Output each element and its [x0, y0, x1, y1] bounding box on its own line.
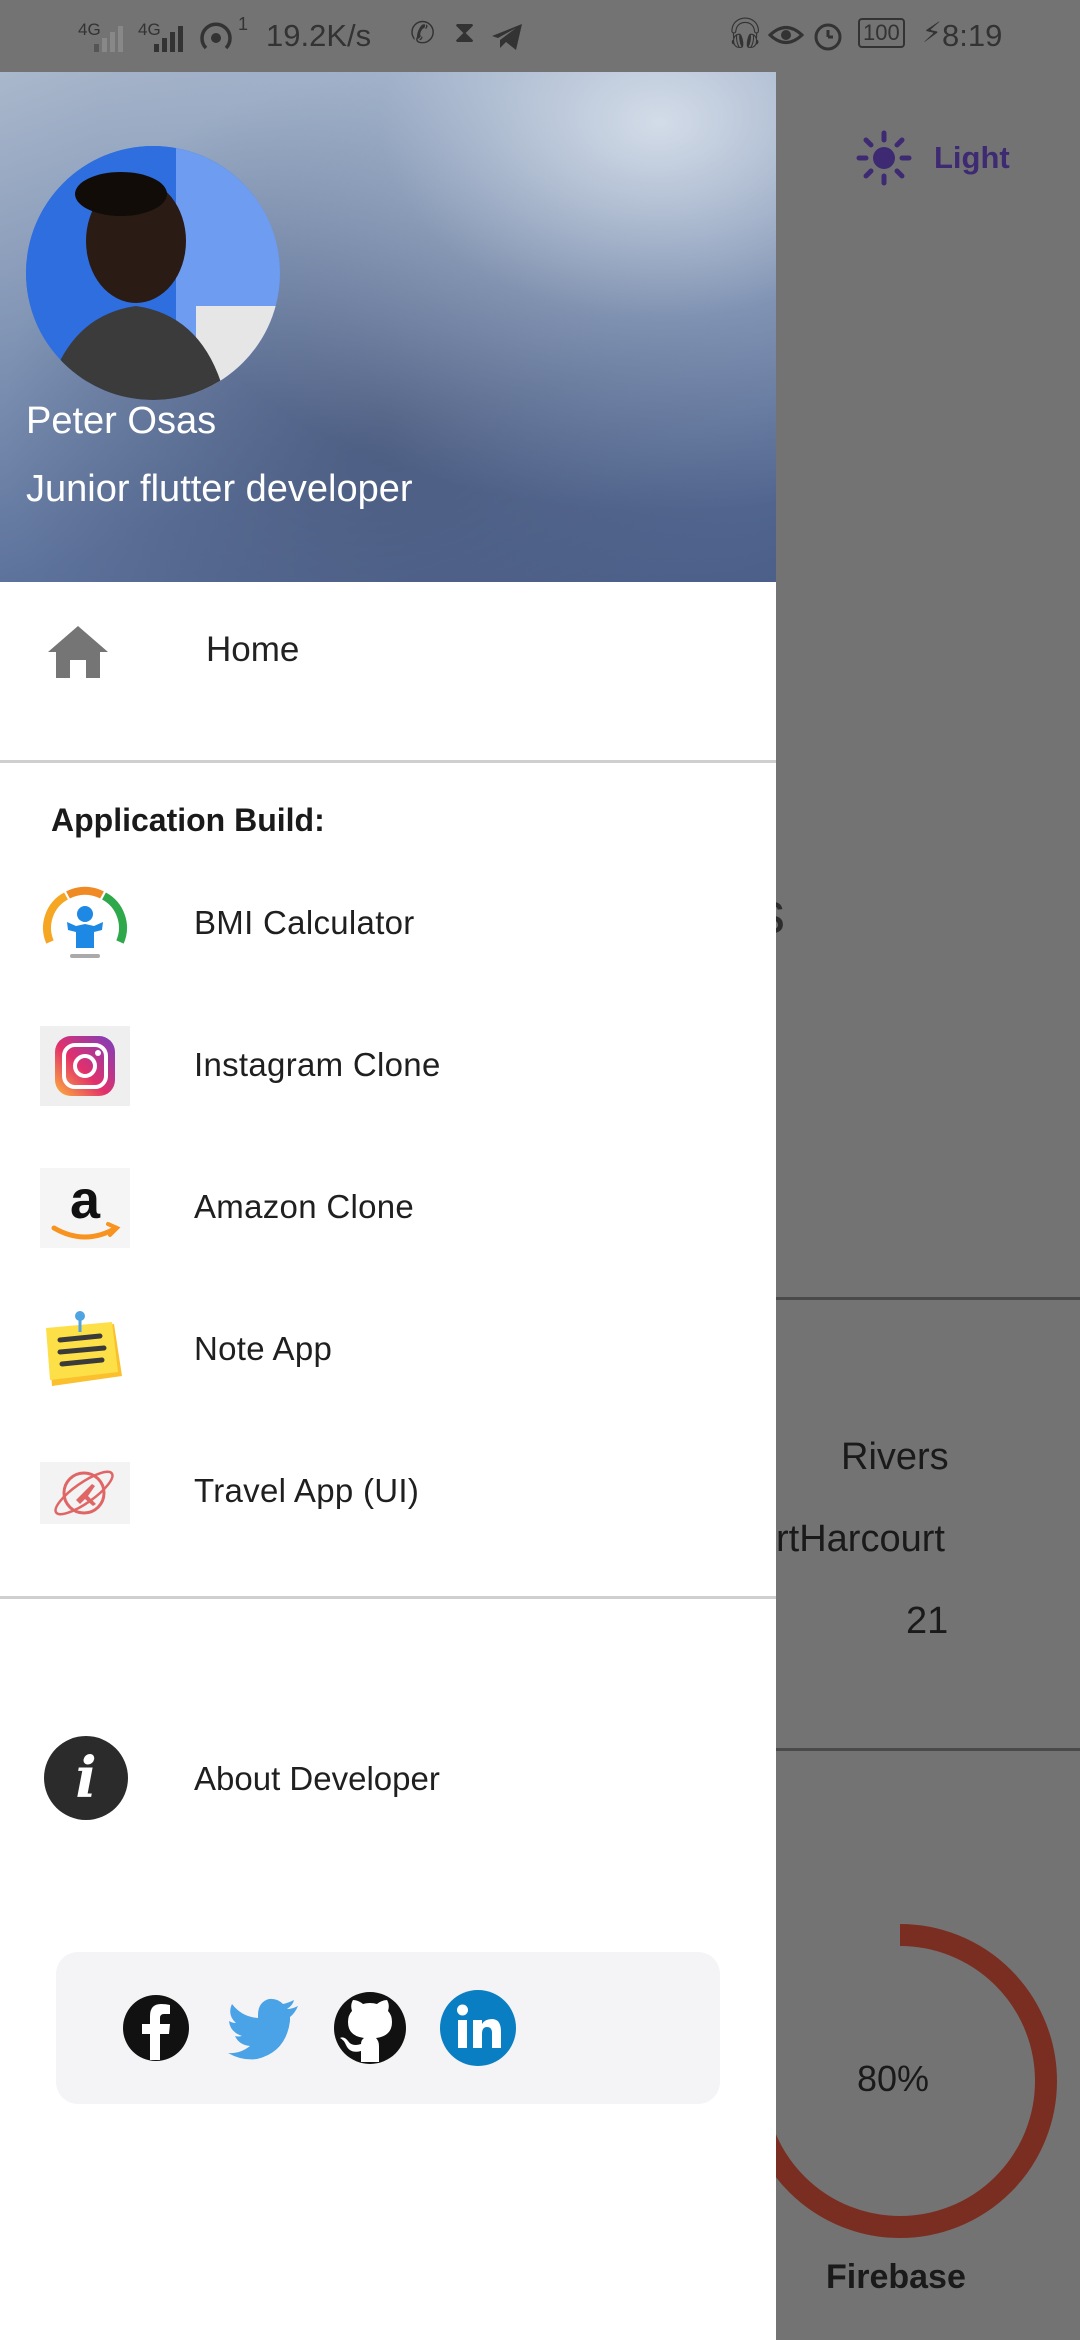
drawer-header: Peter Osas Junior flutter developer [0, 72, 776, 582]
skill-percent: 80% [857, 2058, 930, 2099]
note-icon [46, 1311, 122, 1386]
hourglass-icon: ⧗ [454, 16, 476, 49]
app-label: Travel App (UI) [194, 1472, 420, 1509]
drawer-item-label: Home [206, 630, 300, 669]
github-icon[interactable] [330, 1988, 410, 2068]
telegram-icon [492, 24, 522, 50]
info-icon: i [44, 1736, 128, 1820]
twitter-icon[interactable] [224, 1988, 304, 2068]
status-bar: 4G 4G 1 19.2K/s ✆ ⧗ 🎧︎ 100 ⚡︎ 8:19 [0, 0, 1080, 72]
hotspot-icon [200, 22, 232, 50]
app-label: Note App [194, 1330, 333, 1367]
app-label: Amazon Clone [194, 1188, 415, 1225]
city-value: rtHarcourt [776, 1518, 945, 1560]
state-value: Rivers [841, 1436, 949, 1478]
hotspot-count: 1 [238, 14, 249, 34]
svg-text:a: a [70, 1170, 101, 1230]
signal-icon [94, 26, 123, 52]
drawer-item-home[interactable]: Home [0, 582, 776, 722]
social-links-bar [56, 1952, 720, 2104]
drawer-item-instagram-clone[interactable]: Instagram Clone [0, 1000, 776, 1130]
app-label: BMI Calculator [194, 904, 415, 941]
navigation-drawer: Peter Osas Junior flutter developer Home… [0, 72, 776, 2340]
age-value: 21 [906, 1600, 949, 1642]
signal-icon [154, 26, 183, 52]
drawer-item-travel-app[interactable]: Travel App (UI) [0, 1426, 776, 1556]
eye-icon [768, 26, 804, 44]
section-title: Application Build: [51, 802, 325, 838]
profile-avatar[interactable] [26, 146, 280, 400]
skill-name: Firebase [826, 2258, 966, 2296]
profile-name: Peter Osas [26, 400, 217, 442]
amazon-icon: a [40, 1168, 130, 1248]
bg-divider [776, 1748, 1080, 1751]
network-speed: 19.2K/s [266, 18, 372, 53]
bmi-icon [43, 886, 127, 958]
drawer-item-note-app[interactable]: Note App [0, 1284, 776, 1414]
bg-divider [776, 1297, 1080, 1300]
drawer-divider [0, 1596, 776, 1599]
alarm-icon [814, 23, 842, 51]
drawer-item-bmi-calculator[interactable]: BMI Calculator [0, 858, 776, 988]
drawer-item-about-developer[interactable]: i About Developer [0, 1712, 776, 1842]
linkedin-icon[interactable] [438, 1988, 518, 2068]
battery-level: 100 [858, 18, 905, 48]
drawer-item-label: About Developer [194, 1760, 440, 1797]
app-label: Instagram Clone [194, 1046, 441, 1083]
clock: 8:19 [942, 18, 1003, 53]
facebook-icon[interactable] [116, 1988, 196, 2068]
instagram-icon [40, 1026, 130, 1106]
headphones-icon: 🎧︎ [726, 17, 765, 50]
phone-icon: ✆ [410, 17, 436, 50]
profile-role: Junior flutter developer [26, 468, 413, 510]
theme-toggle[interactable]: Light [856, 130, 1010, 186]
home-icon [48, 626, 108, 678]
sun-icon [856, 130, 912, 186]
travel-icon [40, 1462, 130, 1524]
drawer-item-amazon-clone[interactable]: a Amazon Clone [0, 1142, 776, 1272]
profile-photo [26, 146, 280, 400]
theme-toggle-label: Light [934, 140, 1010, 175]
charging-icon: ⚡︎ [922, 17, 942, 48]
drawer-divider [0, 760, 776, 763]
